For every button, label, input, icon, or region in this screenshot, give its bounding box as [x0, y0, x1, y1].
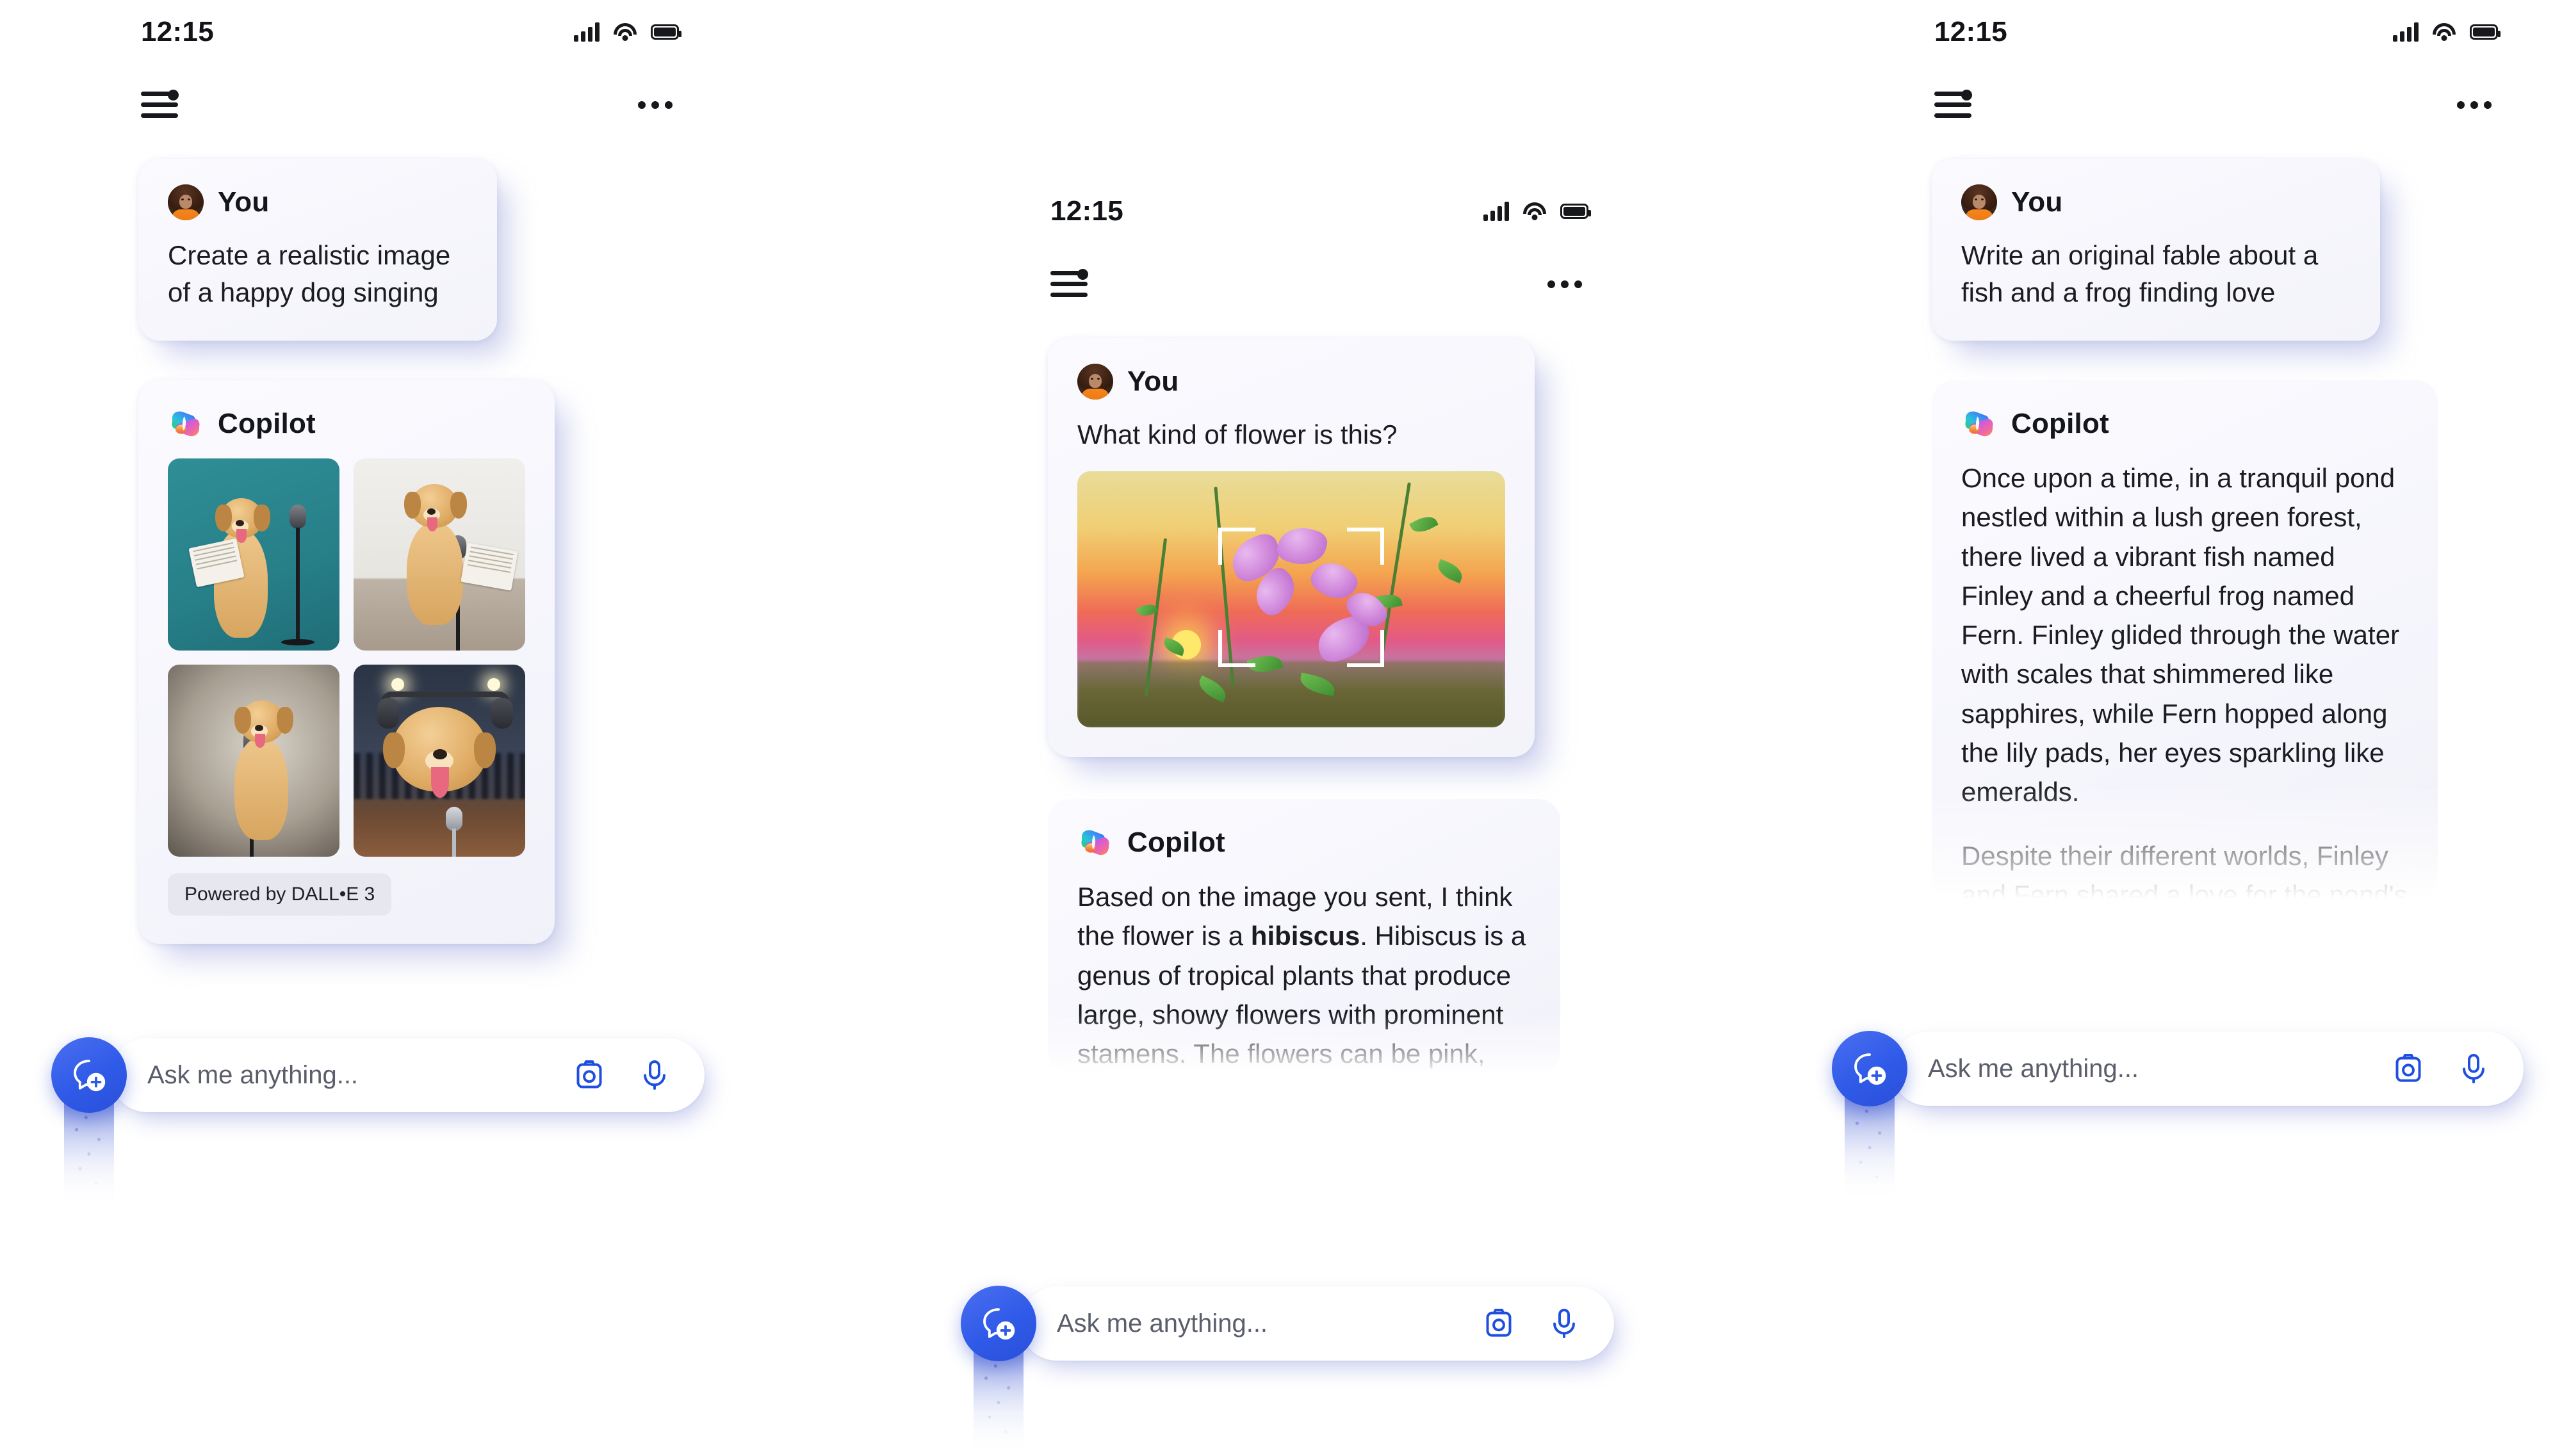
sliders-menu-icon[interactable]: [1050, 269, 1090, 299]
message-sender: Copilot: [1077, 825, 1531, 861]
assistant-streaming-text: Based on the image you sent, I think the…: [1077, 877, 1531, 1074]
generated-image-grid: [168, 458, 525, 857]
message-sender: You: [168, 184, 468, 220]
ask-input-bar[interactable]: Ask me anything...: [1891, 1031, 2524, 1106]
copilot-logo-icon: [1961, 406, 1997, 442]
microphone-icon[interactable]: [2456, 1051, 2492, 1087]
assistant-message-bubble: Copilot Based on the image you sent, I t…: [1048, 798, 1560, 1074]
more-options-icon[interactable]: [2451, 95, 2498, 115]
avatar: [1077, 364, 1113, 400]
message-sender: Copilot: [168, 406, 525, 442]
microphone-icon[interactable]: [637, 1057, 673, 1093]
wifi-icon: [614, 23, 637, 41]
composer-row: Ask me anything...: [961, 1286, 1614, 1456]
generated-image-2[interactable]: [354, 458, 525, 651]
user-attached-photo[interactable]: [1077, 471, 1505, 727]
camera-icon[interactable]: [1481, 1306, 1517, 1341]
sliders-menu-icon[interactable]: [1934, 90, 1974, 120]
search-input[interactable]: Ask me anything...: [1928, 1055, 2390, 1083]
more-options-icon[interactable]: [632, 95, 679, 115]
new-chat-bubble-plus-icon[interactable]: [961, 1286, 1036, 1361]
assistant-message-bubble: Copilot Powered by DALL•E 3: [138, 380, 555, 944]
sender-name: You: [218, 186, 270, 218]
status-icons: [574, 22, 681, 42]
powered-by-badge: Powered by DALL•E 3: [168, 873, 392, 916]
user-message-bubble: You Write an original fable about a fish…: [1932, 159, 2380, 341]
sender-name: You: [2011, 186, 2063, 218]
composer-row: Ask me anything...: [1832, 1031, 2524, 1201]
composer-actions: [1481, 1306, 1582, 1341]
battery-icon: [1560, 204, 1591, 219]
status-time: 12:15: [141, 16, 215, 47]
status-time: 12:15: [1934, 16, 2008, 47]
message-sender: Copilot: [1961, 406, 2408, 442]
focus-bracket-bottom-left: [1218, 629, 1256, 667]
composer-actions: [571, 1057, 673, 1093]
app-header: [1883, 64, 2562, 134]
battery-icon: [651, 24, 681, 40]
more-options-icon[interactable]: [1541, 274, 1588, 295]
assistant-paragraph-2: Despite their different worlds, Finley a…: [1961, 840, 2408, 899]
composer-row: Ask me anything...: [51, 1037, 705, 1208]
screenshot-stage: 12:15 You Create a realistic image of a …: [0, 0, 2562, 1456]
status-bar: 12:15: [999, 179, 1652, 243]
app-header: [999, 243, 1652, 314]
phone-panel-image-recognition: 12:15 You What kind of flower is this? C…: [961, 179, 1652, 1456]
avatar: [168, 184, 204, 220]
sender-name: Copilot: [2011, 407, 2109, 439]
wifi-icon: [2433, 23, 2456, 41]
cellular-signal-icon: [1483, 202, 1509, 221]
message-sender: You: [1961, 184, 2351, 220]
focus-bracket-top-left: [1218, 527, 1256, 565]
camera-icon[interactable]: [571, 1057, 607, 1093]
status-icons: [2393, 22, 2501, 42]
search-input[interactable]: Ask me anything...: [1057, 1309, 1481, 1338]
sender-name: Copilot: [1127, 826, 1225, 858]
user-message-text: Create a realistic image of a happy dog …: [168, 240, 451, 307]
status-icons: [1483, 202, 1591, 221]
sender-name: Copilot: [218, 407, 316, 439]
generated-image-3[interactable]: [168, 664, 339, 857]
phone-panel-image-generation: 12:15 You Create a realistic image of a …: [51, 0, 743, 1345]
focus-bracket-top-right: [1346, 527, 1384, 565]
copilot-logo-icon: [1077, 825, 1113, 861]
copilot-logo-icon: [168, 406, 204, 442]
app-header: [90, 64, 743, 134]
search-input[interactable]: Ask me anything...: [147, 1061, 571, 1090]
user-message-bubble: You What kind of flower is this?: [1048, 338, 1535, 757]
composer-actions: [2390, 1051, 2492, 1087]
conversation-list: You Create a realistic image of a happy …: [90, 134, 743, 944]
phone-panel-creative-writing: 12:15 You Write an original fable about …: [1832, 0, 2562, 1345]
new-chat-bubble-plus-icon[interactable]: [1832, 1031, 1907, 1106]
user-message-bubble: You Create a realistic image of a happy …: [138, 159, 497, 341]
assistant-paragraph-1: Once upon a time, in a tranquil pond nes…: [1961, 462, 2400, 807]
conversation-list: You What kind of flower is this? Copilot…: [999, 314, 1652, 1074]
generated-image-1[interactable]: [168, 458, 339, 651]
assistant-message-bubble: Copilot Once upon a time, in a tranquil …: [1932, 380, 2438, 899]
status-time: 12:15: [1050, 195, 1124, 227]
avatar: [1961, 184, 1997, 220]
assistant-text-bold: hibiscus: [1250, 921, 1360, 951]
cellular-signal-icon: [2393, 22, 2419, 42]
status-bar: 12:15: [1883, 0, 2562, 64]
wifi-icon: [1523, 202, 1546, 220]
generated-image-4[interactable]: [354, 664, 525, 857]
microphone-icon[interactable]: [1546, 1306, 1582, 1341]
camera-icon[interactable]: [2390, 1051, 2426, 1087]
user-message-text: Write an original fable about a fish and…: [1961, 240, 2319, 307]
ask-input-bar[interactable]: Ask me anything...: [110, 1038, 705, 1112]
cellular-signal-icon: [574, 22, 600, 42]
sender-name: You: [1127, 366, 1179, 397]
user-message-text: What kind of flower is this?: [1077, 419, 1398, 449]
ask-input-bar[interactable]: Ask me anything...: [1020, 1286, 1614, 1361]
new-chat-bubble-plus-icon[interactable]: [51, 1037, 127, 1113]
status-bar: 12:15: [90, 0, 743, 64]
focus-bracket-bottom-right: [1346, 629, 1384, 667]
message-sender: You: [1077, 364, 1505, 400]
battery-icon: [2470, 24, 2501, 40]
conversation-list: You Write an original fable about a fish…: [1883, 134, 2562, 899]
assistant-streaming-text: Once upon a time, in a tranquil pond nes…: [1961, 458, 2408, 899]
sliders-menu-icon[interactable]: [141, 90, 181, 120]
